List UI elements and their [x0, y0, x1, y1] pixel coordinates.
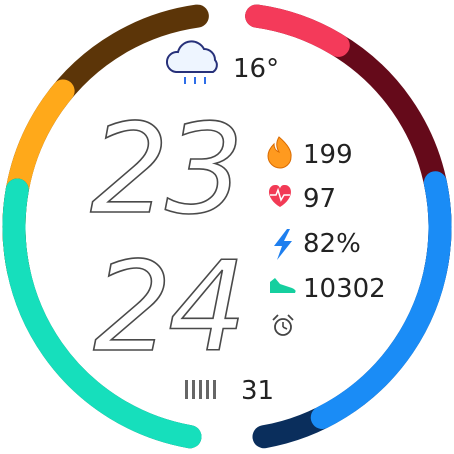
shoe-icon: [270, 278, 296, 293]
heart-rate-complication[interactable]: 97: [269, 184, 336, 214]
battery-complication[interactable]: 82%: [274, 229, 361, 260]
battery-value: 82%: [303, 229, 361, 259]
date-value: 31: [241, 376, 274, 406]
rain-cloud-icon: [166, 40, 218, 84]
heart-rate-value: 97: [303, 184, 336, 214]
calories-complication[interactable]: 199: [267, 136, 353, 170]
arc-top-right-fill: [245, 4, 350, 57]
weather-temperature: 16°: [233, 54, 279, 84]
steps-complication[interactable]: 10302: [270, 274, 386, 304]
watch-face: 16° 23 24 199 97 82% 10302 31: [2, 4, 452, 449]
date-complication[interactable]: 31: [185, 376, 274, 406]
time-hours: 23: [90, 98, 240, 242]
alarm-clock-icon[interactable]: [272, 314, 294, 336]
weather-widget[interactable]: 16°: [166, 40, 279, 84]
calendar-bars-icon: [185, 380, 216, 399]
heart-pulse-icon: [269, 184, 291, 207]
flame-icon: [267, 136, 292, 169]
calories-value: 199: [303, 140, 353, 170]
lightning-bolt-icon: [274, 229, 292, 260]
time-minutes: 24: [93, 236, 243, 380]
steps-value: 10302: [303, 274, 386, 304]
